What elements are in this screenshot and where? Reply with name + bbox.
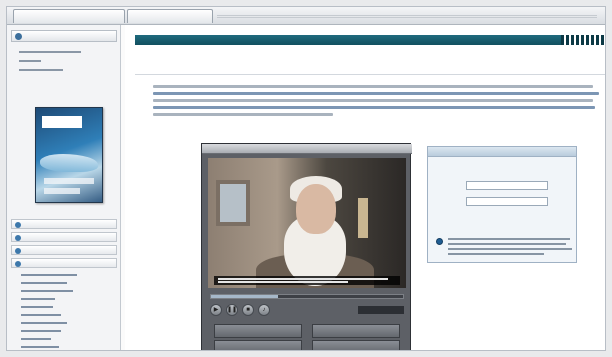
sidebar-link-3[interactable] <box>19 68 71 75</box>
sidebar-subitem-10-placeholder <box>21 345 59 348</box>
subtitle-bar <box>214 276 400 285</box>
player-title-bar <box>202 144 412 154</box>
video-background-lamp <box>358 198 368 238</box>
sidebar <box>7 25 121 350</box>
book-cover-band-1 <box>44 178 94 184</box>
sidebar-subitem-3-placeholder <box>21 289 73 292</box>
book-cover-wave <box>40 154 98 172</box>
play-button[interactable]: ▶ <box>210 304 222 316</box>
stop-button[interactable]: ■ <box>242 304 254 316</box>
sidebar-subitem-6-placeholder <box>21 313 61 316</box>
video-subject-face <box>296 184 336 234</box>
bullet-icon <box>15 235 21 241</box>
option-radio[interactable] <box>436 238 443 245</box>
paragraph-line <box>153 92 599 95</box>
pause-icon: ❚❚ <box>227 307 238 313</box>
book-cover[interactable] <box>35 107 103 203</box>
field-1-label <box>436 183 462 189</box>
sidebar-subitem-5[interactable] <box>21 304 61 311</box>
player-button-1[interactable] <box>214 324 302 338</box>
sidebar-subitem-1-placeholder <box>21 273 77 276</box>
sidebar-subitem-6[interactable] <box>21 312 69 319</box>
sidebar-subitem-3[interactable] <box>21 288 79 295</box>
sidebar-link-2-placeholder <box>19 60 41 63</box>
subtitle-line-1 <box>218 278 388 280</box>
sidebar-subitem-10[interactable] <box>21 344 65 350</box>
sidebar-subitem-7[interactable] <box>21 320 73 327</box>
tab-2[interactable] <box>127 9 213 23</box>
stop-icon: ■ <box>246 307 250 313</box>
volume-button[interactable]: ♪ <box>258 304 270 316</box>
sidebar-header[interactable] <box>11 30 117 42</box>
player-button-3[interactable] <box>214 340 302 350</box>
sidebar-menu-4[interactable] <box>11 258 117 268</box>
tab-1[interactable] <box>13 9 125 23</box>
tab-strip <box>217 15 597 18</box>
bullet-icon <box>15 261 21 267</box>
sidebar-link-3-placeholder <box>19 69 63 72</box>
sidebar-subitem-8[interactable] <box>21 328 67 335</box>
option-text-line <box>448 243 566 245</box>
player-button-2[interactable] <box>312 324 400 338</box>
player-controls: ▶ ❚❚ ■ ♪ <box>210 304 404 316</box>
sidebar-subitem-2[interactable] <box>21 280 73 287</box>
sidebar-link-2[interactable] <box>19 59 49 66</box>
volume-icon: ♪ <box>262 307 266 313</box>
player-button-4[interactable] <box>312 340 400 350</box>
book-cover-title <box>42 116 82 128</box>
field-1-input[interactable] <box>466 181 548 190</box>
main-content: ▶ ❚❚ ■ ♪ <box>125 25 605 350</box>
sidebar-link-1[interactable] <box>19 50 89 57</box>
browser-window: ▶ ❚❚ ■ ♪ <box>6 6 606 351</box>
seek-bar[interactable] <box>210 294 404 299</box>
pause-button[interactable]: ❚❚ <box>226 304 238 316</box>
sidebar-subitem-5-placeholder <box>21 305 53 308</box>
sidebar-subitem-4[interactable] <box>21 296 61 303</box>
seek-bar-fill <box>211 295 279 298</box>
header-stripes <box>561 35 605 45</box>
option-text-line <box>448 253 544 255</box>
option-text-line <box>448 238 570 240</box>
paragraph-line <box>153 85 593 88</box>
sidebar-menu-3[interactable] <box>11 245 117 255</box>
tab-bar <box>7 7 605 25</box>
play-icon: ▶ <box>213 307 219 313</box>
video-player: ▶ ❚❚ ■ ♪ <box>201 143 412 350</box>
sidebar-link-1-placeholder <box>19 51 81 54</box>
time-readout <box>358 306 404 314</box>
sidebar-subitem-4-placeholder <box>21 297 55 300</box>
home-icon <box>15 33 22 40</box>
option-text-line <box>448 248 572 250</box>
field-2-input[interactable] <box>466 197 548 206</box>
video-background-window <box>216 180 250 226</box>
sidebar-subitem-9-placeholder <box>21 337 51 340</box>
paragraph-line <box>153 106 595 109</box>
paragraph-line <box>153 99 593 102</box>
paragraph-line <box>153 113 333 116</box>
book-cover-caption <box>47 206 91 211</box>
sidebar-subitem-9[interactable] <box>21 336 57 343</box>
subtitle-line-2 <box>218 281 348 283</box>
side-panel <box>427 146 577 263</box>
sidebar-subitem-2-placeholder <box>21 281 67 284</box>
field-2-label <box>436 199 462 205</box>
sidebar-menu-2[interactable] <box>11 232 117 242</box>
content-header-bar <box>135 35 605 45</box>
sidebar-subitem-8-placeholder <box>21 329 61 332</box>
book-cover-band-2 <box>44 188 80 194</box>
bullet-icon <box>15 248 21 254</box>
section-divider <box>135 74 605 75</box>
section-title <box>139 61 259 70</box>
sidebar-subitem-7-placeholder <box>21 321 67 324</box>
side-panel-header <box>428 147 576 157</box>
bullet-icon <box>15 222 21 228</box>
sidebar-menu-1[interactable] <box>11 219 117 229</box>
video-frame[interactable] <box>208 158 406 288</box>
sidebar-subitem-1[interactable] <box>21 272 81 279</box>
